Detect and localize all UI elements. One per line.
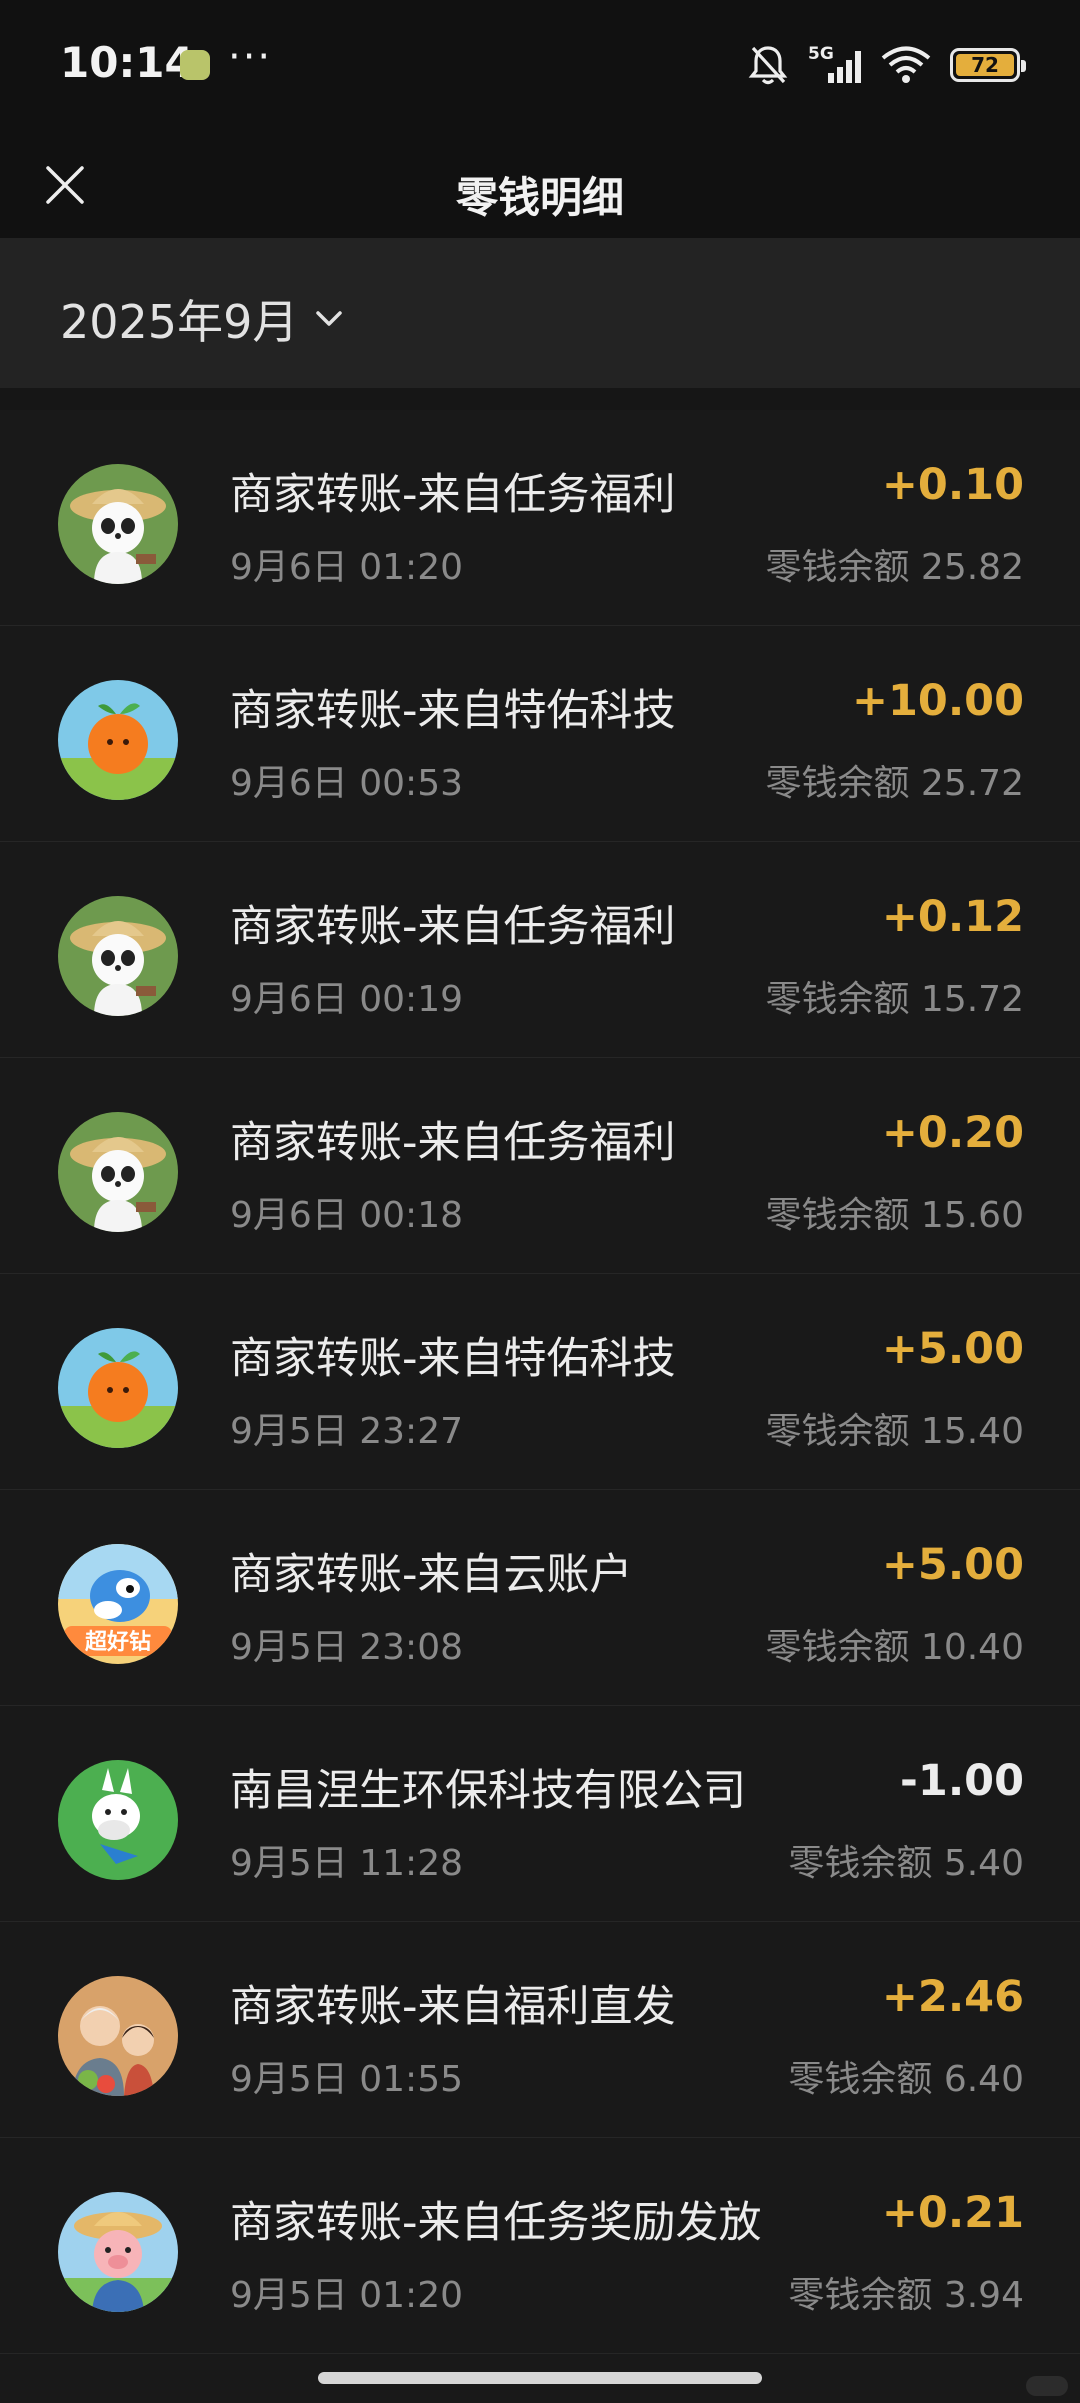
- merchant-avatar: [58, 896, 178, 1016]
- status-icons: 5G 72: [748, 40, 1026, 90]
- transaction-amount: +0.10: [881, 460, 1024, 510]
- notification-app-icon: [180, 50, 210, 80]
- transaction-row[interactable]: 商家转账-来自任务福利 9月6日 00:19 +0.12 零钱余额 15.72: [0, 842, 1080, 1058]
- balance-after: 零钱余额 5.40: [788, 1843, 1024, 1884]
- merchant-avatar: 超好钻: [58, 1544, 178, 1664]
- transaction-time: 9月6日 00:53: [230, 763, 463, 804]
- battery-level: 72: [956, 53, 1014, 77]
- balance-after: 零钱余额 10.40: [765, 1627, 1024, 1668]
- month-selector[interactable]: 2025年9月: [60, 286, 344, 352]
- transaction-title: 商家转账-来自任务奖励发放: [230, 2198, 762, 2248]
- status-bar: 10:14 ··· 5G 72: [0, 0, 1080, 130]
- transaction-amount: -1.00: [900, 1756, 1024, 1806]
- watermark-badge: [1026, 2376, 1068, 2396]
- transaction-row[interactable]: 商家转账-来自福利直发 9月5日 01:55 +2.46 零钱余额 6.40: [0, 1922, 1080, 2138]
- transaction-title: 商家转账-来自任务福利: [230, 902, 676, 952]
- transaction-title: 商家转账-来自任务福利: [230, 470, 676, 520]
- transaction-amount: +5.00: [881, 1324, 1024, 1374]
- donkey-avatar-icon: [58, 1760, 178, 1880]
- transaction-row[interactable]: 商家转账-来自特佑科技 9月6日 00:53 +10.00 零钱余额 25.72: [0, 626, 1080, 842]
- battery-icon: 72: [950, 48, 1026, 82]
- transaction-amount: +0.12: [881, 892, 1024, 942]
- merchant-avatar: [58, 2192, 178, 2312]
- bell-muted-icon: [748, 46, 788, 85]
- orange-avatar-icon: [58, 1328, 178, 1448]
- family-avatar-icon: [58, 1976, 178, 2096]
- transaction-amount: +0.20: [881, 1108, 1024, 1158]
- wifi-icon: [881, 46, 931, 83]
- transaction-amount: +0.21: [881, 2188, 1024, 2238]
- balance-after: 零钱余额 15.40: [765, 1411, 1024, 1452]
- transaction-row[interactable]: 商家转账-来自任务福利 9月6日 00:18 +0.20 零钱余额 15.60: [0, 1058, 1080, 1274]
- transaction-time: 9月6日 00:18: [230, 1195, 463, 1236]
- transaction-time: 9月6日 00:19: [230, 979, 463, 1020]
- panda-avatar-icon: [58, 1112, 178, 1232]
- merchant-avatar: [58, 464, 178, 584]
- balance-after: 零钱余额 6.40: [788, 2059, 1024, 2100]
- transaction-row[interactable]: 超好钻 商家转账-来自云账户 9月5日 23:08 +5.00 零钱余额 10.…: [0, 1490, 1080, 1706]
- month-filter-bar: 2025年9月: [0, 238, 1080, 388]
- balance-after: 零钱余额 25.72: [765, 763, 1024, 804]
- balance-after: 零钱余额 25.82: [765, 547, 1024, 588]
- merchant-avatar: [58, 1112, 178, 1232]
- transaction-title: 商家转账-来自任务福利: [230, 1118, 676, 1168]
- transaction-time: 9月5日 11:28: [230, 1843, 463, 1884]
- transaction-amount: +10.00: [851, 676, 1024, 726]
- transaction-title: 商家转账-来自特佑科技: [230, 686, 676, 736]
- nav-bar: 零钱明细: [0, 130, 1080, 238]
- balance-after: 零钱余额 3.94: [788, 2275, 1024, 2316]
- transaction-amount: +5.00: [881, 1540, 1024, 1590]
- transaction-time: 9月5日 23:08: [230, 1627, 463, 1668]
- merchant-avatar: [58, 680, 178, 800]
- transaction-title: 商家转账-来自特佑科技: [230, 1334, 676, 1384]
- merchant-avatar: [58, 1760, 178, 1880]
- panda-avatar-icon: [58, 896, 178, 1016]
- transaction-row[interactable]: 商家转账-来自特佑科技 9月5日 23:27 +5.00 零钱余额 15.40: [0, 1274, 1080, 1490]
- page-title: 零钱明细: [455, 173, 624, 222]
- transaction-row[interactable]: 商家转账-来自任务奖励发放 9月5日 01:20 +0.21 零钱余额 3.94: [0, 2138, 1080, 2354]
- transaction-amount: +2.46: [881, 1972, 1024, 2022]
- transaction-row[interactable]: 南昌涅生环保科技有限公司 9月5日 11:28 -1.00 零钱余额 5.40: [0, 1706, 1080, 1922]
- merchant-avatar: [58, 1328, 178, 1448]
- chevron-down-icon: [316, 311, 343, 326]
- network-type-label: 5G: [808, 44, 834, 64]
- status-time: 10:14: [60, 38, 194, 87]
- home-indicator[interactable]: [318, 2372, 762, 2384]
- pig-farmer-avatar-icon: [58, 2192, 178, 2312]
- more-notifications-icon: ···: [228, 34, 273, 80]
- orange-avatar-icon: [58, 680, 178, 800]
- transaction-row[interactable]: 商家转账-来自任务福利 9月6日 01:20 +0.10 零钱余额 25.82: [0, 410, 1080, 626]
- panda-avatar-icon: [58, 464, 178, 584]
- transaction-title: 商家转账-来自云账户: [230, 1550, 633, 1600]
- transaction-time: 9月5日 01:55: [230, 2059, 463, 2100]
- transaction-title: 南昌涅生环保科技有限公司: [230, 1766, 746, 1816]
- balance-after: 零钱余额 15.72: [765, 979, 1024, 1020]
- merchant-avatar: [58, 1976, 178, 2096]
- transaction-time: 9月6日 01:20: [230, 547, 463, 588]
- dinosaur-avatar-icon: 超好钻: [58, 1544, 178, 1664]
- month-label: 2025年9月: [60, 295, 299, 349]
- transaction-time: 9月5日 23:27: [230, 1411, 463, 1452]
- transaction-time: 9月5日 01:20: [230, 2275, 463, 2316]
- section-divider: [0, 388, 1080, 410]
- avatar-brand-label: 超好钻: [85, 1629, 151, 1655]
- signal-5g-icon: 5G: [808, 44, 861, 83]
- transaction-list: 商家转账-来自任务福利 9月6日 01:20 +0.10 零钱余额 25.82 …: [0, 410, 1080, 2354]
- transaction-title: 商家转账-来自福利直发: [230, 1982, 676, 2032]
- balance-after: 零钱余额 15.60: [765, 1195, 1024, 1236]
